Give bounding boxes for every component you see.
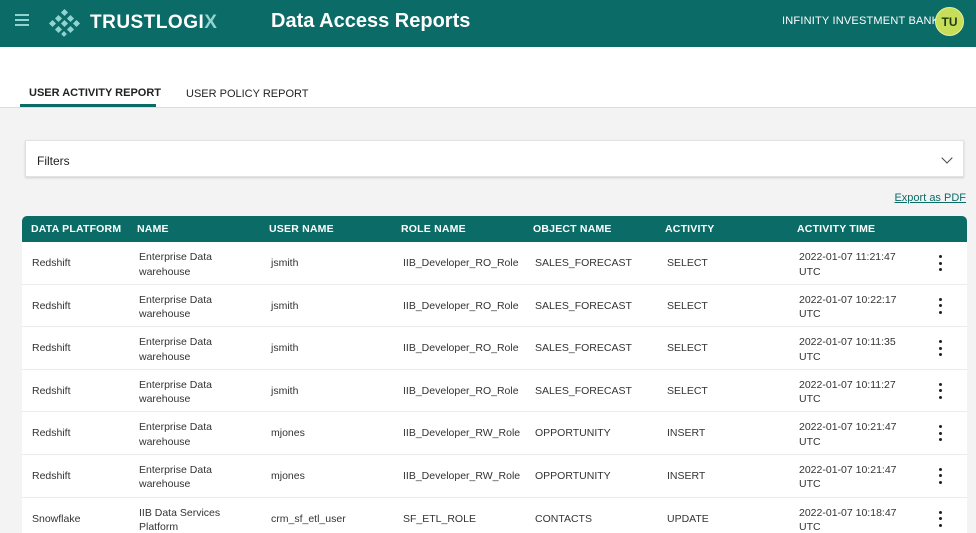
more-options-icon[interactable]: [937, 425, 943, 442]
cell-role-name: IIB_Developer_RW_Role: [403, 469, 521, 482]
cell-activity: SELECT: [667, 342, 708, 355]
cell-name: Enterprise Data warehouse: [139, 251, 212, 278]
column-header-object-name[interactable]: OBJECT NAME: [533, 223, 612, 235]
table-row[interactable]: Redshift Enterprise Data warehouse jsmith…: [22, 242, 967, 285]
cell-user-name: jsmith: [271, 299, 299, 312]
more-options-icon[interactable]: [937, 467, 943, 484]
cell-activity-time: 2022-01-07 10:11:35 UTC: [799, 336, 896, 363]
table-row[interactable]: Redshift Enterprise Data warehouse jsmith…: [22, 369, 967, 413]
tab-user-activity-report[interactable]: USER ACTIVITY REPORT: [29, 87, 161, 99]
table-row[interactable]: Redshift Enterprise Data warehouse mjones…: [22, 454, 967, 498]
cell-name: Enterprise Data warehouse: [139, 421, 212, 448]
cell-activity: SELECT: [667, 299, 708, 312]
cell-name: Enterprise Data warehouse: [139, 463, 212, 491]
cell-activity: INSERT: [667, 469, 706, 482]
cell-object-name: OPPORTUNITY: [535, 469, 611, 482]
cell-data-platform: Snowflake: [32, 512, 81, 525]
column-header-name[interactable]: NAME: [137, 223, 169, 235]
cell-activity-time: 2022-01-07 10:22:17 UTC: [799, 293, 897, 321]
cell-data-platform: Redshift: [32, 469, 71, 482]
organization-name: INFINITY INVESTMENT BANK: [782, 15, 940, 27]
column-header-activity[interactable]: ACTIVITY: [665, 223, 714, 235]
cell-name: Enterprise Data warehouse: [139, 293, 212, 321]
cell-role-name: IIB_Developer_RO_Role: [403, 299, 519, 312]
cell-object-name: SALES_FORECAST: [535, 384, 632, 397]
filters-panel[interactable]: Filters: [25, 140, 964, 177]
cell-data-platform: Redshift: [32, 342, 71, 355]
cell-object-name: OPPORTUNITY: [535, 427, 611, 440]
cell-role-name: IIB_Developer_RO_Role: [403, 342, 519, 355]
table-row[interactable]: Redshift Enterprise Data warehouse jsmith…: [22, 284, 967, 328]
logo-mark-icon: [48, 9, 81, 37]
table-header: DATA PLATFORM NAME USER NAME ROLE NAME O…: [22, 216, 967, 242]
cell-name: Enterprise Data warehouse: [139, 336, 212, 363]
cell-role-name: SF_ETL_ROLE: [403, 512, 476, 525]
table-row[interactable]: Snowflake IIB Data Services Platform crm_…: [22, 497, 967, 533]
more-options-icon[interactable]: [937, 510, 943, 527]
cell-role-name: IIB_Developer_RO_Role: [403, 257, 519, 269]
cell-activity: SELECT: [667, 257, 708, 269]
cell-data-platform: Redshift: [32, 299, 71, 312]
cell-user-name: crm_sf_etl_user: [271, 512, 346, 525]
more-options-icon[interactable]: [937, 340, 943, 357]
hamburger-menu-icon[interactable]: [15, 14, 29, 28]
cell-activity-time: 2022-01-07 11:21:47 UTC: [799, 251, 896, 278]
activity-table: DATA PLATFORM NAME USER NAME ROLE NAME O…: [22, 216, 967, 533]
cell-object-name: SALES_FORECAST: [535, 299, 632, 312]
cell-activity: INSERT: [667, 427, 706, 440]
page-title: Data Access Reports: [271, 10, 471, 32]
trustlogix-logo[interactable]: TRUSTLOGIX: [48, 9, 217, 37]
cell-activity-time: 2022-01-07 10:11:27 UTC: [799, 378, 896, 406]
app-header: TRUSTLOGIX Data Access Reports INFINITY …: [0, 0, 976, 47]
cell-object-name: SALES_FORECAST: [535, 342, 632, 355]
column-header-activity-time[interactable]: ACTIVITY TIME: [797, 223, 875, 235]
cell-activity-time: 2022-01-07 10:21:47 UTC: [799, 463, 897, 491]
cell-name: Enterprise Data warehouse: [139, 378, 212, 406]
cell-data-platform: Redshift: [32, 384, 71, 397]
cell-object-name: SALES_FORECAST: [535, 257, 632, 269]
chevron-down-icon[interactable]: [941, 152, 953, 164]
cell-user-name: mjones: [271, 427, 305, 440]
export-pdf-link[interactable]: Export as PDF: [894, 192, 966, 204]
report-tabs: USER ACTIVITY REPORT USER POLICY REPORT: [0, 47, 976, 108]
table-row[interactable]: Redshift Enterprise Data warehouse mjones…: [22, 412, 967, 455]
cell-activity-time: 2022-01-07 10:21:47 UTC: [799, 421, 897, 448]
cell-user-name: jsmith: [271, 384, 299, 397]
cell-object-name: CONTACTS: [535, 512, 592, 525]
cell-user-name: jsmith: [271, 342, 299, 355]
column-header-role-name[interactable]: ROLE NAME: [401, 223, 466, 235]
cell-role-name: IIB_Developer_RO_Role: [403, 384, 519, 397]
cell-data-platform: Redshift: [32, 427, 71, 440]
tab-user-policy-report[interactable]: USER POLICY REPORT: [186, 88, 308, 100]
cell-user-name: jsmith: [271, 257, 299, 269]
cell-data-platform: Redshift: [32, 257, 71, 269]
table-row[interactable]: Redshift Enterprise Data warehouse jsmith…: [22, 327, 967, 370]
filters-label: Filters: [37, 154, 70, 168]
cell-role-name: IIB_Developer_RW_Role: [403, 427, 521, 440]
cell-user-name: mjones: [271, 469, 305, 482]
column-header-user-name[interactable]: USER NAME: [269, 223, 334, 235]
active-tab-indicator: [20, 104, 156, 107]
user-avatar[interactable]: TU: [935, 7, 964, 36]
cell-name: IIB Data Services Platform: [139, 506, 221, 533]
more-options-icon[interactable]: [937, 297, 943, 314]
cell-activity-time: 2022-01-07 10:18:47 UTC: [799, 506, 897, 533]
more-options-icon[interactable]: [937, 255, 943, 271]
more-options-icon[interactable]: [937, 382, 943, 399]
column-header-data-platform[interactable]: DATA PLATFORM: [31, 223, 121, 235]
cell-activity: SELECT: [667, 384, 708, 397]
brand-name: TRUSTLOGIX: [90, 12, 218, 33]
cell-activity: UPDATE: [667, 512, 709, 525]
